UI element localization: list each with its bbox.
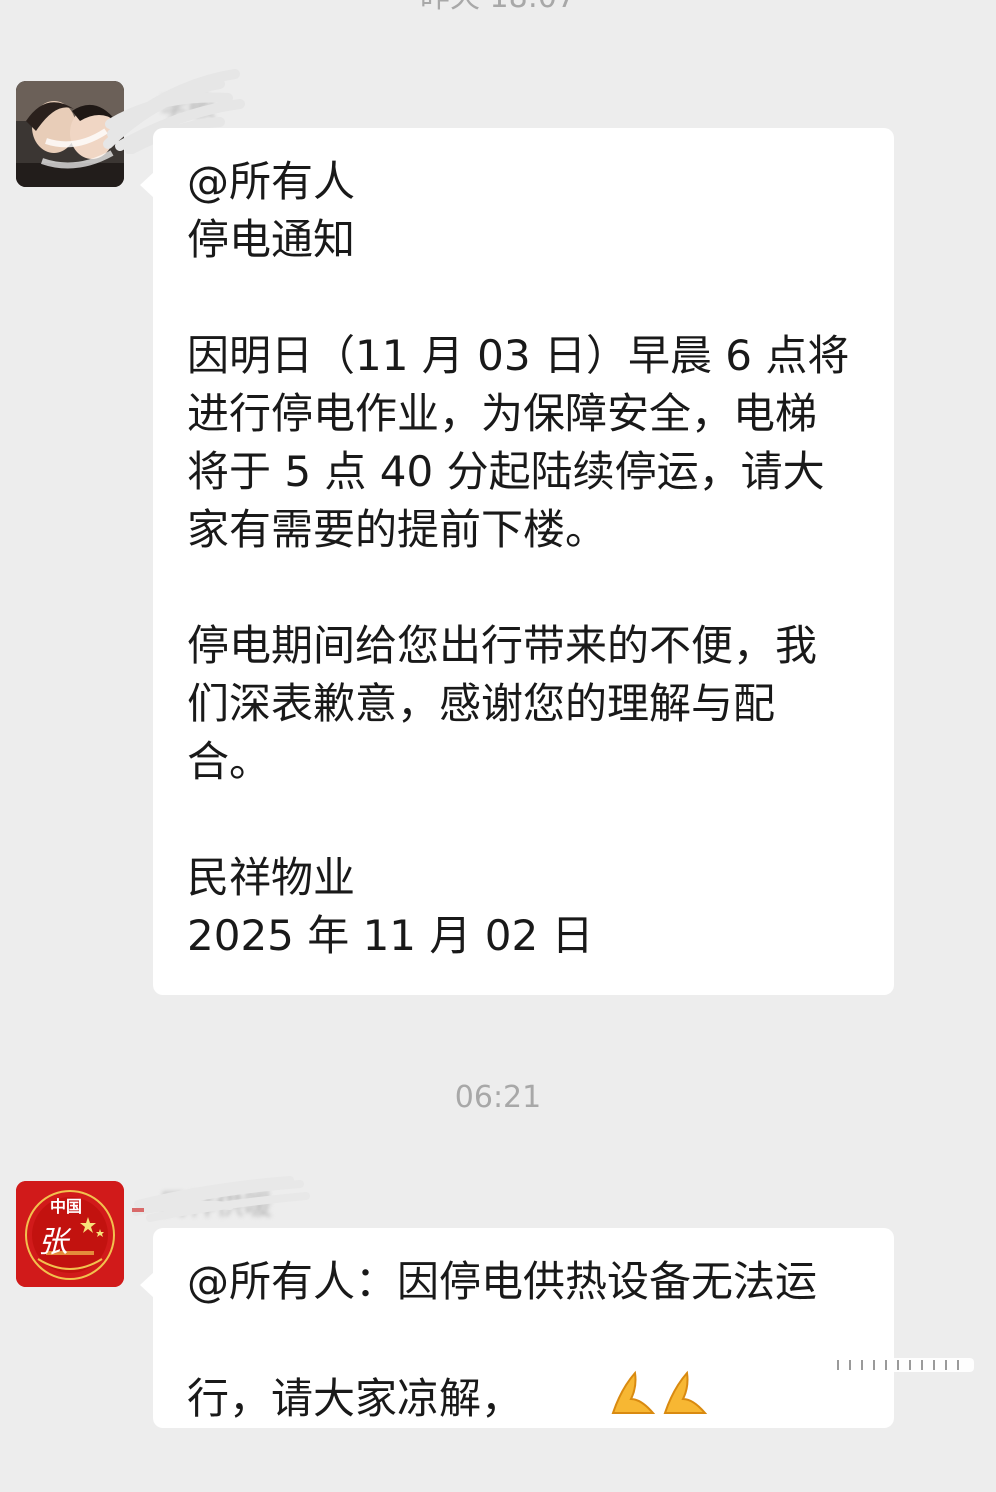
notice-body-line: 家有需要的提前下楼。: [187, 505, 608, 554]
heating-notice-text: 行，请大家凉解，: [187, 1374, 524, 1423]
message-timestamp: 06:21: [454, 1080, 542, 1115]
heating-notice-line-2: 行，请大家凉解，: [187, 1311, 864, 1492]
sender-name-1: 李敏: [160, 90, 217, 123]
top-timestamp: 昨天 18:07: [0, 0, 996, 18]
apology-line: 停电期间给您出行带来的不便，我: [187, 621, 818, 670]
notice-body-line: 因明日（11 月 03 日）早晨 6 点将: [187, 331, 850, 380]
sender-name-2: 民祥供暖: [160, 1188, 273, 1221]
avatar-photo-icon: [16, 81, 124, 187]
message-bubble-2[interactable]: @所有人：因停电供热设备无法运 行，请大家凉解，: [140, 1228, 894, 1428]
message-bubble-1[interactable]: @所有人 停电通知 因明日（11 月 03 日）早晨 6 点将 进行停电作业，为…: [140, 128, 894, 995]
avatar-main-text: 张: [38, 1225, 68, 1260]
notice-body-line: 进行停电作业，为保障安全，电梯: [187, 389, 818, 438]
notice-title: 停电通知: [187, 215, 356, 264]
folded-hands-icon: [527, 1311, 711, 1492]
sender-avatar-1[interactable]: [16, 81, 124, 187]
apology-line: 合。: [187, 737, 272, 786]
heating-notice-line: @所有人：因停电供热设备无法运: [187, 1257, 818, 1306]
signature-company: 民祥物业: [187, 853, 356, 902]
sender-avatar-2[interactable]: 中国 张: [16, 1181, 124, 1287]
navigation-handle-icon: [828, 1358, 974, 1372]
mention-all: @所有人: [187, 157, 356, 206]
apology-line: 们深表歉意，感谢您的理解与配: [187, 679, 776, 728]
signature-date: 2025 年 11 月 02 日: [187, 911, 594, 960]
avatar-badge-text: 中国: [50, 1197, 83, 1216]
notice-body-line: 将于 5 点 40 分起陆续停运，请大: [187, 447, 825, 496]
